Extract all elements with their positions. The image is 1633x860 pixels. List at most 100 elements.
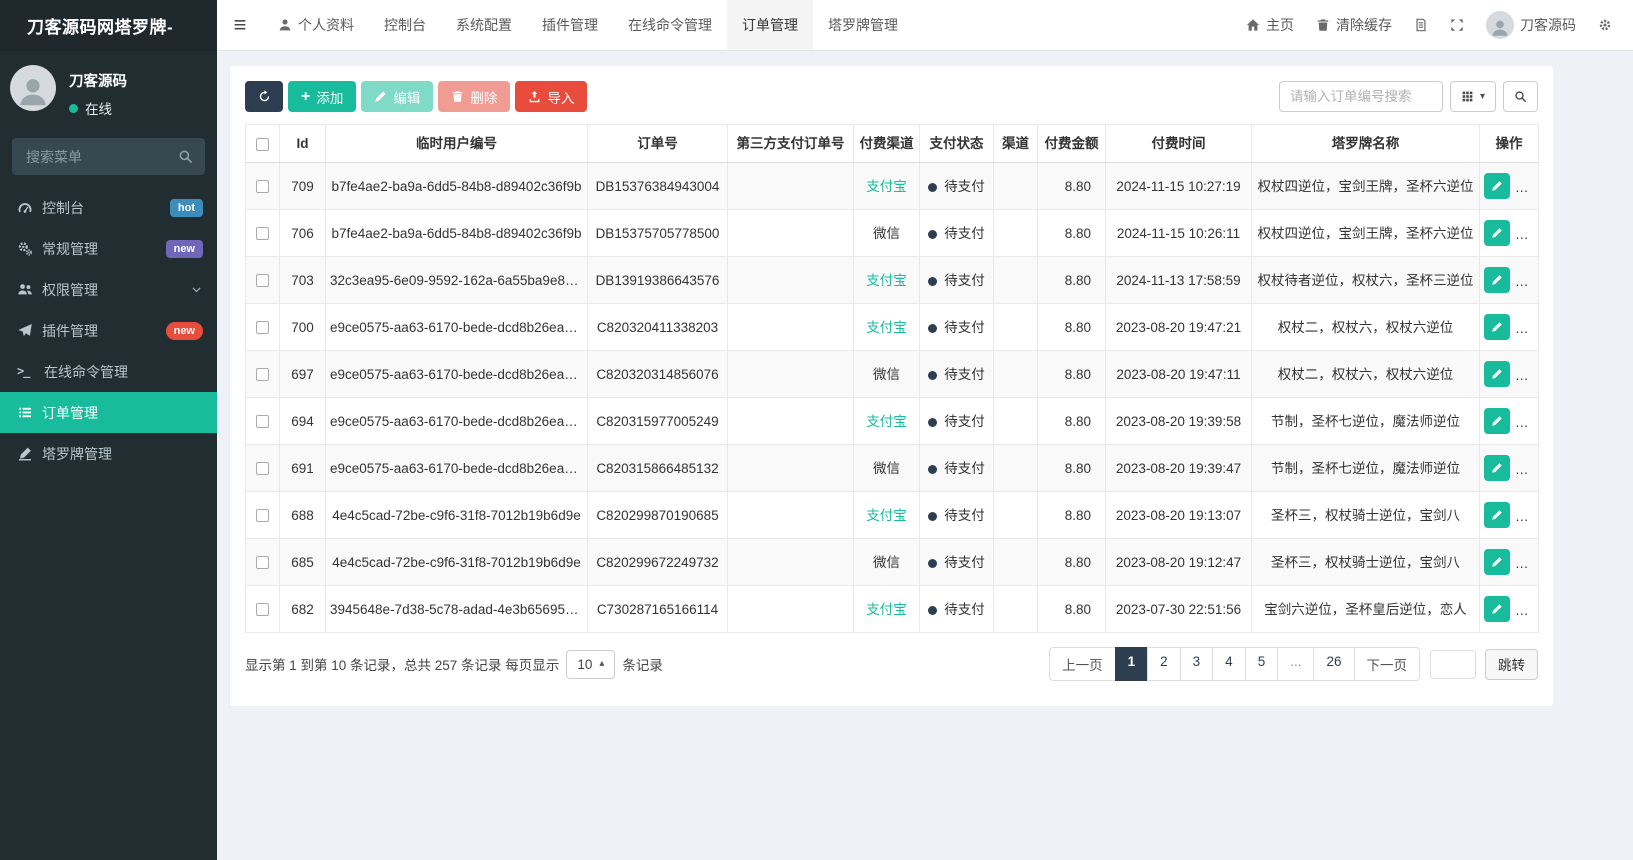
cell-order-no: C820320314856076: [587, 350, 728, 398]
status-dot: [928, 182, 938, 192]
pagination-prev[interactable]: 上一页: [1049, 647, 1116, 681]
refresh-button[interactable]: [245, 81, 283, 112]
home-link[interactable]: 主页: [1235, 0, 1305, 50]
row-checkbox[interactable]: [256, 180, 269, 194]
pencil-icon: [1490, 461, 1504, 476]
cell-tarot-names: 权杖二，权杖六，权杖六逆位: [1251, 350, 1480, 398]
row-checkbox[interactable]: [256, 274, 269, 288]
edit-row-button[interactable]: [1484, 173, 1510, 199]
cell-tarot-names: 宝剑六逆位，圣杯皇后逆位，恋人: [1251, 585, 1480, 633]
cell-temp-user-no: 4e4c5cad-72be-c9f6-31f8-7012b19b6d9e: [325, 491, 588, 539]
edit-row-button[interactable]: [1484, 502, 1510, 528]
upload-icon: [528, 90, 541, 103]
cell-order-no: DB15375705778500: [587, 209, 728, 257]
sidebar-menu-item[interactable]: 权限管理: [0, 269, 217, 310]
pagination-page[interactable]: 4: [1212, 647, 1246, 681]
status-dot: [928, 558, 938, 568]
home-icon: [1246, 18, 1260, 32]
cell-tarot-names: 权杖四逆位，宝剑王牌，圣杯六逆位: [1251, 162, 1480, 210]
row-checkbox[interactable]: [256, 368, 269, 382]
cell-pay-channel: 微信: [853, 538, 920, 586]
page-jump-button[interactable]: 跳转: [1485, 648, 1538, 680]
import-button[interactable]: 导入: [515, 81, 588, 112]
clear-cache-link[interactable]: 清除缓存: [1305, 0, 1403, 50]
topnav-item[interactable]: 插件管理: [527, 0, 613, 50]
cell-order-no: C820315977005249: [587, 397, 728, 445]
pagination-next[interactable]: 下一页: [1353, 647, 1420, 681]
sidebar-menu-item[interactable]: 塔罗牌管理: [0, 433, 217, 474]
row-checkbox[interactable]: [256, 462, 269, 476]
menu-search-input[interactable]: [24, 147, 178, 166]
edit-row-button[interactable]: [1484, 220, 1510, 246]
select-all-checkbox[interactable]: [256, 137, 269, 151]
page-size-select[interactable]: 10 ▴: [566, 649, 616, 679]
edit-row-button[interactable]: [1484, 267, 1510, 293]
sidebar-menu-item[interactable]: >_ 在线命令管理: [0, 351, 217, 392]
fullscreen-button[interactable]: [1439, 0, 1475, 50]
edit-row-button[interactable]: [1484, 314, 1510, 340]
row-checkbox[interactable]: [256, 321, 269, 335]
topnav-item[interactable]: 控制台: [369, 0, 441, 50]
pagination-page[interactable]: 2: [1147, 647, 1181, 681]
table-row: 694 e9ce0575-aa63-6170-bede-dcd8b26eaaca C…: [245, 397, 1539, 445]
page-jump-input[interactable]: [1430, 649, 1476, 679]
user-menu[interactable]: 刀客源码: [1475, 0, 1587, 50]
edit-row-button[interactable]: [1484, 596, 1510, 622]
sidebar-toggle-button[interactable]: ≡: [217, 0, 263, 50]
column-header: 付费金额: [1037, 124, 1106, 163]
cell-order-no: C820299870190685: [587, 491, 728, 539]
sidebar-menu-item[interactable]: 常规管理 new: [0, 228, 217, 269]
cell-amount: 8.80: [1037, 397, 1106, 445]
hamburger-icon: ≡: [233, 12, 247, 37]
add-button[interactable]: + 添加: [288, 81, 357, 112]
settings-button[interactable]: [1587, 0, 1623, 50]
edit-row-button[interactable]: [1484, 361, 1510, 387]
columns-button[interactable]: ▾: [1449, 81, 1496, 112]
delete-button[interactable]: 删除: [438, 81, 511, 112]
cell-pay-channel: 支付宝: [853, 162, 920, 210]
edit-row-button[interactable]: [1484, 455, 1510, 481]
row-checkbox[interactable]: [256, 227, 269, 241]
sidebar-menu-item[interactable]: 订单管理: [0, 392, 217, 433]
topbar: 刀客源码网塔罗牌- ≡ 个人资料 控制台 系统配置 插件管理 在线命令管理 订单管理 塔罗牌…: [0, 0, 1633, 51]
cell-order-no: C820299672249732: [587, 538, 728, 586]
row-checkbox[interactable]: [256, 415, 269, 429]
pagination-page[interactable]: 5: [1244, 647, 1279, 681]
cell-id: 709: [279, 162, 326, 210]
edit-row-button[interactable]: [1484, 549, 1510, 575]
row-checkbox[interactable]: [256, 556, 269, 570]
topnav-item[interactable]: 订单管理: [727, 0, 813, 50]
row-checkbox[interactable]: [256, 509, 269, 523]
cell-temp-user-no: e9ce0575-aa63-6170-bede-dcd8b26eaaca: [325, 444, 588, 492]
cell-select: [245, 303, 280, 351]
topnav-item[interactable]: 个人资料: [263, 0, 369, 50]
row-checkbox[interactable]: [256, 603, 269, 617]
pagination-page[interactable]: 3: [1179, 647, 1214, 681]
cell-tarot-names: 圣杯三，权杖骑士逆位，宝剑八: [1251, 538, 1480, 586]
sidebar-menu-item[interactable]: 插件管理 new: [0, 310, 217, 351]
plane-icon: [17, 323, 33, 338]
cell-third-party-no: [727, 303, 854, 351]
edit-row-button[interactable]: [1484, 408, 1510, 434]
document-button[interactable]: [1403, 0, 1439, 50]
cell-id: 682: [279, 585, 326, 633]
pagination-page[interactable]: 26: [1313, 647, 1355, 681]
menu-item-label: 控制台: [42, 199, 84, 216]
column-header: 付费渠道: [853, 124, 920, 163]
order-search-input[interactable]: [1278, 81, 1443, 112]
search-button[interactable]: [1503, 81, 1538, 112]
topnav-item[interactable]: 系统配置: [441, 0, 527, 50]
cell-id: 694: [279, 397, 326, 445]
cell-order-no: DB13919386643576: [587, 256, 728, 304]
pagination-page[interactable]: 1: [1114, 647, 1149, 681]
pencil-icon: [1490, 508, 1504, 523]
table-row: 691 e9ce0575-aa63-6170-bede-dcd8b26eaaca C…: [245, 444, 1539, 492]
topnav-item[interactable]: 在线命令管理: [613, 0, 727, 50]
sidebar-menu-item[interactable]: 控制台 hot: [0, 187, 217, 228]
menu-item-label: 常规管理: [42, 240, 98, 257]
cell-temp-user-no: b7fe4ae2-ba9a-6dd5-84b8-d89402c36f9b: [325, 209, 588, 257]
topnav-item[interactable]: 塔罗牌管理: [813, 0, 913, 50]
cell-third-party-no: [727, 585, 854, 633]
cell-pay-time: 2023-08-20 19:12:47: [1105, 538, 1252, 586]
edit-button[interactable]: 编辑: [361, 81, 434, 112]
